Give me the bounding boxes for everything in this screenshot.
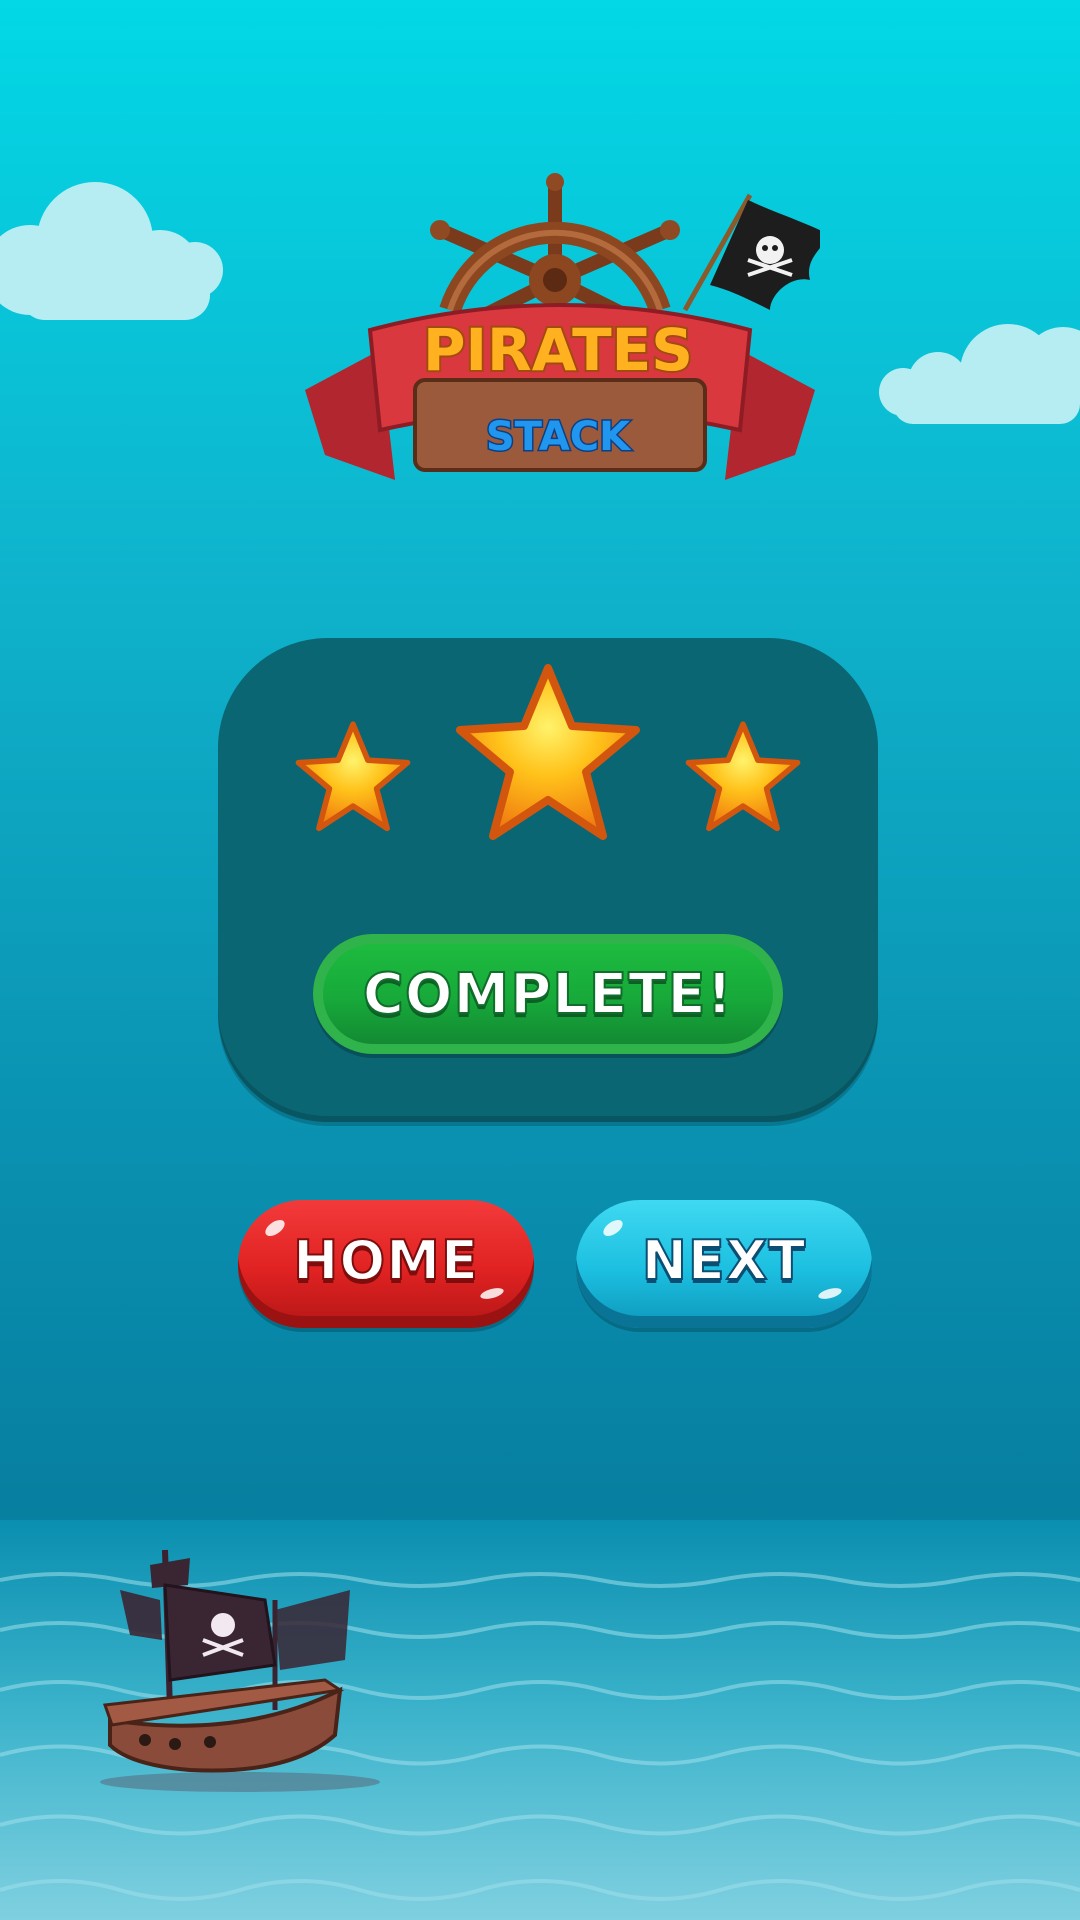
star-rating <box>295 664 801 840</box>
home-button-label: HOME <box>292 1228 479 1293</box>
next-button[interactable]: NEXT <box>576 1200 872 1328</box>
star-icon <box>295 721 411 832</box>
pirate-ship-icon <box>100 1549 380 1792</box>
complete-label: COMPLETE! <box>362 961 734 1028</box>
logo-subtitle: STACK <box>486 414 632 460</box>
cloud-right <box>879 324 1080 424</box>
logo-title: PIRATES <box>423 316 693 384</box>
next-button-label: NEXT <box>641 1228 807 1293</box>
level-result-panel: COMPLETE! <box>218 638 878 1122</box>
star-icon <box>685 721 801 832</box>
jolly-roger-flag-icon <box>682 193 820 312</box>
cloud-left <box>0 182 223 320</box>
home-button[interactable]: HOME <box>238 1200 534 1328</box>
ship-wheel-icon <box>430 173 680 327</box>
complete-badge: COMPLETE! <box>313 934 783 1054</box>
star-icon <box>456 664 640 840</box>
game-logo: PIRATES STACK <box>305 173 820 480</box>
